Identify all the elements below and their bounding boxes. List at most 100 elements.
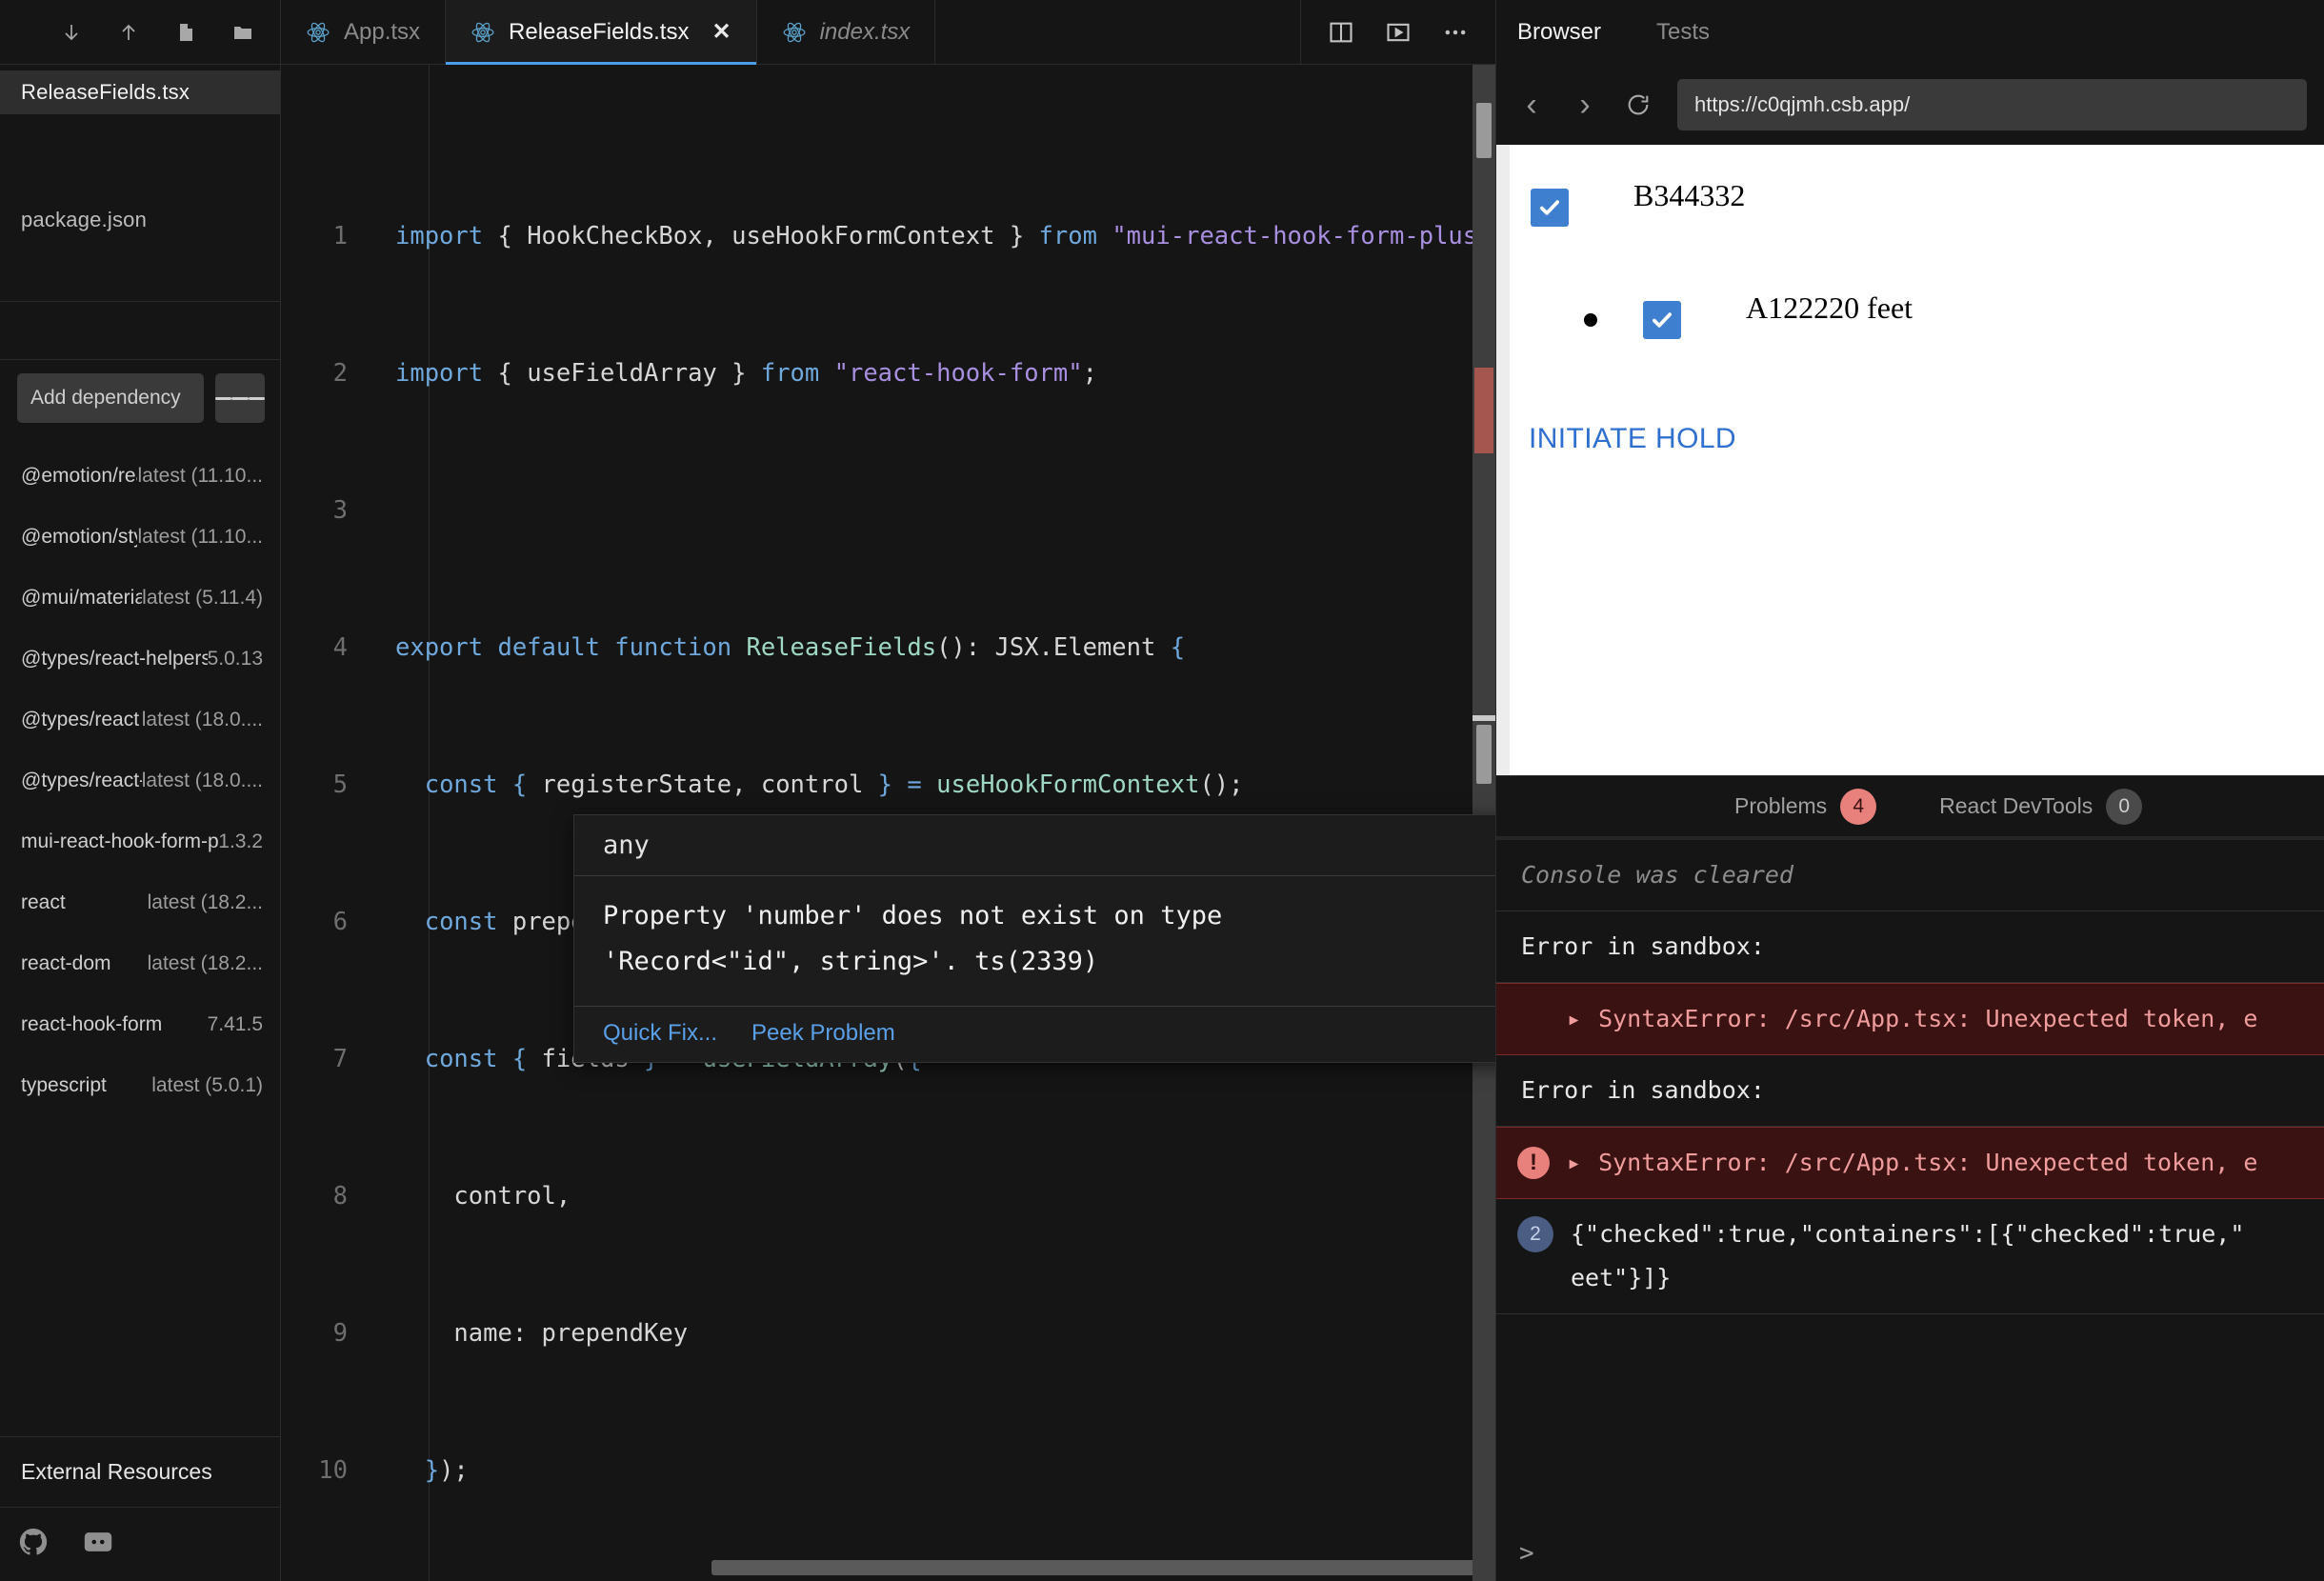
console-row: Console was cleared bbox=[1496, 840, 2324, 911]
react-icon bbox=[471, 20, 495, 45]
list-bullet-icon bbox=[1584, 313, 1597, 327]
scrollbar-thumb[interactable] bbox=[1476, 103, 1492, 158]
preview-tab-bar: Browser Tests bbox=[1496, 0, 2324, 65]
console-row-error[interactable]: ! ▸ SyntaxError: /src/App.tsx: Unexpecte… bbox=[1496, 1127, 2324, 1199]
list-item[interactable]: react-hook-form 7.41.5 bbox=[0, 994, 280, 1055]
tab-react-devtools-label: React DevTools bbox=[1939, 793, 2093, 819]
dependency-version: 5.0.13 bbox=[208, 648, 263, 670]
console-row: Error in sandbox: bbox=[1496, 1055, 2324, 1127]
file-list: ReleaseFields.tsx package.json bbox=[0, 65, 280, 242]
expand-triangle-icon[interactable]: ▸ bbox=[1567, 1141, 1581, 1185]
tab-label: App.tsx bbox=[344, 19, 420, 46]
console-object-text: {"checked":true,"containers":[{"checked"… bbox=[1571, 1212, 2244, 1300]
code-line: 8 control, bbox=[281, 1173, 1495, 1219]
list-item[interactable]: react latest (18.2... bbox=[0, 872, 280, 933]
url-input[interactable]: https://c0qjmh.csb.app/ bbox=[1677, 79, 2307, 130]
dependency-name: @mui/material bbox=[21, 587, 142, 610]
sidebar: ReleaseFields.tsx package.json Add depen… bbox=[0, 0, 281, 1581]
console-prompt-icon[interactable]: > bbox=[1519, 1539, 1534, 1568]
tab-releasefields-tsx[interactable]: ReleaseFields.tsx ✕ bbox=[446, 0, 757, 64]
expand-triangle-icon[interactable]: ▸ bbox=[1567, 997, 1581, 1041]
tab-browser[interactable]: Browser bbox=[1517, 19, 1656, 46]
dependency-version: 7.41.5 bbox=[208, 1013, 263, 1036]
external-resources-section[interactable]: External Resources bbox=[0, 1436, 280, 1507]
list-item[interactable]: @types/react-helpers 5.0.13 bbox=[0, 629, 280, 690]
checkbox-checked-icon[interactable] bbox=[1643, 301, 1681, 339]
list-item[interactable]: @types/react latest (18.0.... bbox=[0, 690, 280, 750]
split-editor-icon[interactable] bbox=[1328, 19, 1354, 46]
more-options-icon[interactable] bbox=[1442, 19, 1469, 46]
dependency-name: react-dom bbox=[21, 952, 111, 975]
initiate-hold-button[interactable]: INITIATE HOLD bbox=[1529, 423, 2324, 455]
browser-address-bar: ‹ › https://c0qjmh.csb.app/ bbox=[1496, 65, 2324, 145]
github-icon[interactable] bbox=[17, 1526, 50, 1563]
tooltip-type: any bbox=[574, 815, 1495, 876]
tab-label: ReleaseFields.tsx bbox=[509, 19, 689, 46]
dependency-name: @types/react-helpers bbox=[21, 648, 208, 670]
chevron-left-icon[interactable]: ‹ bbox=[1517, 90, 1546, 119]
dependency-name: @emotion/react bbox=[21, 465, 137, 488]
dependency-name: react bbox=[21, 891, 66, 914]
social-links bbox=[0, 1507, 280, 1581]
new-file-icon[interactable] bbox=[173, 20, 198, 45]
code-line: 1import { HookCheckBox, useHookFormConte… bbox=[281, 213, 1495, 259]
tab-app-tsx[interactable]: App.tsx bbox=[281, 0, 446, 64]
scrollbar-thumb[interactable] bbox=[1476, 725, 1492, 784]
dependency-version: latest (18.2... bbox=[148, 952, 263, 975]
console-row-object[interactable]: 2 {"checked":true,"containers":[{"checke… bbox=[1496, 1199, 2324, 1314]
scrollbar-error-marker bbox=[1474, 368, 1493, 453]
tab-problems[interactable]: Problems 4 bbox=[1734, 789, 1876, 825]
close-icon[interactable]: ✕ bbox=[711, 18, 731, 46]
checkbox-checked-icon[interactable] bbox=[1531, 189, 1569, 227]
sidebar-file-releasefields[interactable]: ReleaseFields.tsx bbox=[0, 70, 280, 114]
tooltip-message-line-2: 'Record<"id", string>'. ts(2339) bbox=[603, 947, 1098, 976]
dependency-version: latest (11.10... bbox=[137, 465, 263, 488]
code-editor: App.tsx ReleaseFields.tsx ✕ index.tsx bbox=[281, 0, 1495, 1581]
list-item[interactable]: @mui/material latest (5.11.4) bbox=[0, 568, 280, 629]
scrollbar-marker bbox=[1473, 715, 1495, 721]
console-row: Error in sandbox: bbox=[1496, 911, 2324, 983]
console-row-error[interactable]: ! ▸ SyntaxError: /src/App.tsx: Unexpecte… bbox=[1496, 983, 2324, 1055]
code-surface[interactable]: 1import { HookCheckBox, useHookFormConte… bbox=[281, 65, 1495, 1581]
download-icon[interactable] bbox=[59, 20, 84, 45]
code-line: 5 const { registerState, control } = use… bbox=[281, 762, 1495, 808]
quick-fix-link[interactable]: Quick Fix... bbox=[603, 1020, 717, 1047]
list-item[interactable]: mui-react-hook-form-plus 1.3.2 bbox=[0, 811, 280, 872]
code-line: 3 bbox=[281, 488, 1495, 533]
list-item[interactable]: @emotion/styled latest (11.10... bbox=[0, 507, 280, 568]
editor-horizontal-scrollbar[interactable] bbox=[711, 1560, 1495, 1575]
tab-react-devtools[interactable]: React DevTools 0 bbox=[1939, 789, 2142, 825]
preview-scrollbar[interactable] bbox=[1496, 145, 1510, 775]
code-line: 4export default function ReleaseFields()… bbox=[281, 625, 1495, 670]
console-output[interactable]: Console was cleared Error in sandbox: ! … bbox=[1496, 836, 2324, 1581]
sidebar-file-package-json[interactable]: package.json bbox=[0, 198, 280, 242]
dependency-version: latest (18.2... bbox=[148, 891, 263, 914]
tab-label: index.tsx bbox=[820, 19, 911, 46]
run-preview-icon[interactable] bbox=[1385, 19, 1412, 46]
reload-icon[interactable] bbox=[1624, 90, 1653, 119]
list-item[interactable]: @types/react-dom latest (18.0.... bbox=[0, 750, 280, 811]
dependency-name: @types/react-dom bbox=[21, 770, 142, 792]
tooltip-actions: Quick Fix... Peek Problem bbox=[574, 1007, 1495, 1062]
dependency-search-input[interactable]: Add dependency bbox=[17, 373, 204, 423]
discord-icon[interactable] bbox=[82, 1526, 114, 1563]
new-folder-icon[interactable] bbox=[230, 20, 255, 45]
tab-index-tsx[interactable]: index.tsx bbox=[757, 0, 936, 64]
hover-tooltip: any Property 'number' does not exist on … bbox=[573, 814, 1495, 1063]
list-item-label: A122220 feet bbox=[1746, 290, 1913, 326]
list-item[interactable]: react-dom latest (18.2... bbox=[0, 933, 280, 994]
dependency-version: latest (18.0.... bbox=[142, 709, 263, 731]
upload-icon[interactable] bbox=[116, 20, 141, 45]
list-item[interactable]: @emotion/react latest (11.10... bbox=[0, 446, 280, 507]
preview-iframe[interactable]: B344332 A122220 feet INITIATE HOLD bbox=[1496, 145, 2324, 775]
chevron-right-icon[interactable]: › bbox=[1571, 90, 1599, 119]
peek-problem-link[interactable]: Peek Problem bbox=[751, 1020, 895, 1047]
console-tab-bar: Problems 4 React DevTools 0 bbox=[1496, 775, 2324, 836]
dependency-name: @types/react bbox=[21, 709, 139, 731]
list-item[interactable]: typescript latest (5.0.1) bbox=[0, 1055, 280, 1116]
code-line: 9 name: prependKey bbox=[281, 1311, 1495, 1356]
editor-actions bbox=[1301, 0, 1495, 64]
dependency-menu-button[interactable] bbox=[215, 373, 265, 423]
tab-tests[interactable]: Tests bbox=[1656, 19, 1753, 46]
tab-problems-label: Problems bbox=[1734, 793, 1827, 819]
